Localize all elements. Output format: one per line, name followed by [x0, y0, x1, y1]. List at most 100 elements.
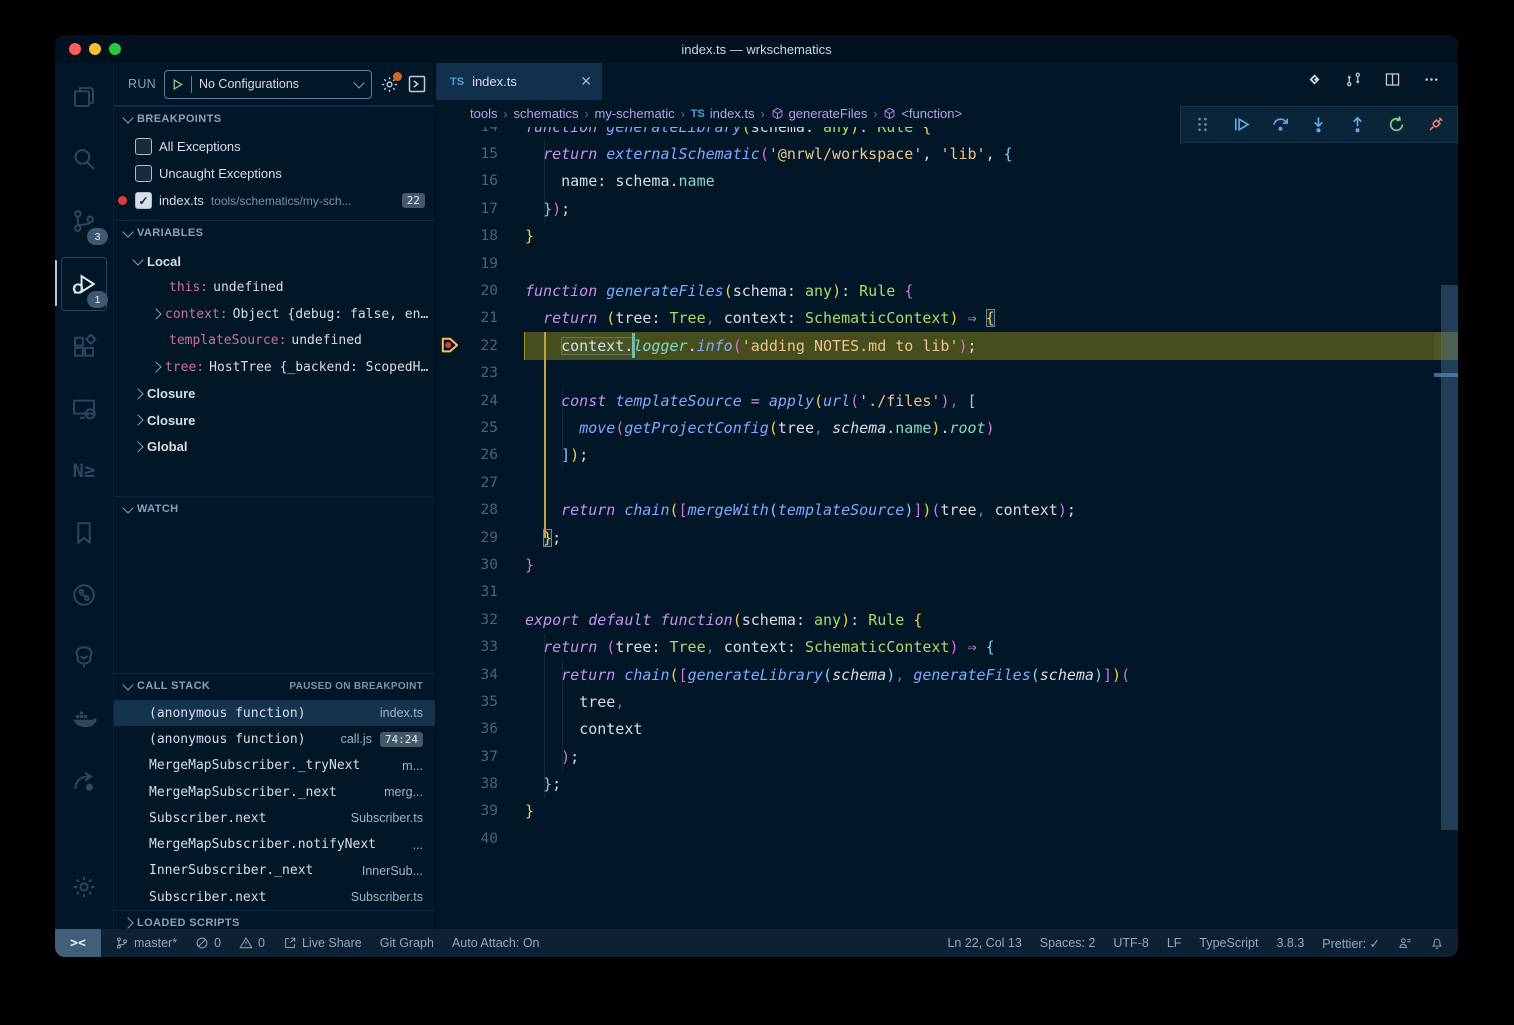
compare-changes-icon[interactable]: [1345, 71, 1362, 93]
tab-index-ts[interactable]: TS index.ts ✕: [436, 63, 602, 100]
disconnect-icon[interactable]: [1426, 115, 1445, 134]
line-number[interactable]: 32: [436, 612, 525, 628]
status-item-live-share[interactable]: Live Share: [283, 936, 362, 950]
status-item[interactable]: 3.8.3: [1276, 936, 1304, 950]
share-icon[interactable]: [62, 755, 106, 807]
line-number[interactable]: 17: [436, 201, 525, 217]
start-debug-icon[interactable]: [171, 78, 184, 91]
breakpoint-row[interactable]: All Exceptions: [114, 133, 435, 160]
debug-config-dropdown[interactable]: No Configurations: [164, 70, 372, 99]
history-icon[interactable]: [62, 569, 106, 621]
status-item-git-branch[interactable]: master*: [115, 936, 177, 950]
line-number[interactable]: 36: [436, 721, 525, 737]
status-item[interactable]: Ln 22, Col 13: [947, 936, 1021, 950]
variable-row[interactable]: Local: [114, 248, 435, 275]
code-line[interactable]: 39}: [436, 798, 1458, 825]
variable-row[interactable]: this:undefined: [114, 275, 435, 302]
line-number[interactable]: 16: [436, 173, 525, 189]
debug-current-line-breakpoint-icon[interactable]: [441, 337, 459, 354]
breadcrumb-item[interactable]: <function>: [883, 106, 962, 121]
code-line[interactable]: 22 context.logger.info('adding NOTES.md …: [436, 332, 1458, 359]
code-line[interactable]: 24 const templateSource = apply(url('./f…: [436, 387, 1458, 414]
breadcrumb-item[interactable]: tools: [470, 106, 497, 121]
code-line[interactable]: 32export default function(schema: any): …: [436, 606, 1458, 633]
editor-scrollbar[interactable]: [1434, 127, 1458, 929]
code-editor[interactable]: 14function generateLibrary(schema: any):…: [436, 127, 1458, 929]
bookmarks-icon[interactable]: [62, 507, 106, 559]
status-item[interactable]: Prettier: ✓: [1322, 936, 1380, 951]
call-stack-frame[interactable]: MergeMapSubscriber._tryNextm...: [114, 753, 435, 779]
call-stack-frame[interactable]: (anonymous function)index.ts: [114, 700, 435, 726]
step-out-icon[interactable]: [1348, 115, 1367, 134]
status-item[interactable]: Spaces: 2: [1040, 936, 1096, 950]
breadcrumb-item[interactable]: TSindex.ts: [691, 106, 755, 121]
line-number[interactable]: 40: [436, 831, 525, 847]
search-icon[interactable]: [62, 133, 106, 185]
code-line[interactable]: 21 return (tree: Tree, context: Schemati…: [436, 305, 1458, 332]
breakpoints-section-header[interactable]: BREAKPOINTS: [114, 106, 435, 131]
continue-icon[interactable]: [1232, 115, 1251, 134]
breadcrumb-item[interactable]: generateFiles: [771, 106, 868, 121]
extensions-icon[interactable]: [62, 321, 106, 373]
code-line[interactable]: 16 name: schema.name: [436, 168, 1458, 195]
line-number[interactable]: 21: [436, 310, 525, 326]
code-line[interactable]: 27: [436, 469, 1458, 496]
code-line[interactable]: 33 return (tree: Tree, context: Schemati…: [436, 633, 1458, 660]
step-over-icon[interactable]: [1271, 115, 1290, 134]
docker-icon[interactable]: [62, 693, 106, 745]
variable-row[interactable]: Closure: [114, 381, 435, 408]
code-line[interactable]: 30}: [436, 551, 1458, 578]
code-line[interactable]: 35 tree,: [436, 688, 1458, 715]
breakpoint-row[interactable]: Uncaught Exceptions: [114, 160, 435, 187]
step-into-icon[interactable]: [1309, 115, 1328, 134]
status-item-errors[interactable]: 0: [195, 936, 221, 950]
line-number[interactable]: 34: [436, 667, 525, 683]
scrollbar-thumb[interactable]: [1441, 285, 1458, 830]
settings-gear-icon[interactable]: [62, 861, 106, 913]
run-debug-icon[interactable]: 1: [61, 257, 107, 311]
code-line[interactable]: 26 ]);: [436, 442, 1458, 469]
variable-row[interactable]: tree:HostTree {_backend: ScopedH…: [114, 354, 435, 381]
call-stack-frame[interactable]: MergeMapSubscriber.notifyNext...: [114, 831, 435, 857]
watch-section-header[interactable]: WATCH: [114, 496, 435, 521]
variable-row[interactable]: Closure: [114, 407, 435, 434]
code-line[interactable]: 40: [436, 825, 1458, 852]
nx-console-icon[interactable]: N≥: [62, 445, 106, 497]
call-stack-section-header[interactable]: CALL STACK PAUSED ON BREAKPOINT: [114, 673, 435, 698]
status-item-warnings[interactable]: 0: [239, 936, 265, 950]
line-number[interactable]: 29: [436, 530, 525, 546]
line-number[interactable]: 35: [436, 694, 525, 710]
gitlens-icon[interactable]: [1306, 71, 1323, 93]
breakpoint-checkbox[interactable]: [135, 138, 152, 155]
code-line[interactable]: 15 return externalSchematic('@nrwl/works…: [436, 140, 1458, 167]
remote-indicator[interactable]: ><: [55, 929, 101, 957]
status-item-bell[interactable]: [1430, 936, 1444, 950]
line-number[interactable]: 33: [436, 639, 525, 655]
variable-row[interactable]: context:Object {debug: false, en…: [114, 301, 435, 328]
line-number[interactable]: 19: [436, 256, 525, 272]
close-tab-icon[interactable]: ✕: [580, 73, 592, 90]
line-number[interactable]: 27: [436, 475, 525, 491]
line-number[interactable]: 31: [436, 584, 525, 600]
line-number[interactable]: 24: [436, 393, 525, 409]
breadcrumb-item[interactable]: my-schematic: [595, 106, 675, 121]
line-number[interactable]: 30: [436, 557, 525, 573]
code-line[interactable]: 29 };: [436, 524, 1458, 551]
configure-gear-icon[interactable]: [380, 75, 399, 94]
variables-section-header[interactable]: VARIABLES: [114, 220, 435, 245]
restart-icon[interactable]: [1387, 115, 1406, 134]
breakpoint-checkbox[interactable]: ✓: [135, 192, 152, 209]
code-line[interactable]: 17 });: [436, 195, 1458, 222]
call-stack-frame[interactable]: InnerSubscriber._nextInnerSub...: [114, 858, 435, 884]
code-line[interactable]: 36 context: [436, 716, 1458, 743]
more-actions-icon[interactable]: [1423, 71, 1440, 93]
code-line[interactable]: 38 };: [436, 770, 1458, 797]
drag-handle-icon[interactable]: [1193, 115, 1212, 134]
line-number[interactable]: 20: [436, 283, 525, 299]
line-number[interactable]: 28: [436, 502, 525, 518]
code-line[interactable]: 25 move(getProjectConfig(tree, schema.na…: [436, 414, 1458, 441]
explorer-icon[interactable]: [62, 71, 106, 123]
line-number[interactable]: 18: [436, 228, 525, 244]
line-number[interactable]: 38: [436, 776, 525, 792]
status-item[interactable]: LF: [1167, 936, 1182, 950]
